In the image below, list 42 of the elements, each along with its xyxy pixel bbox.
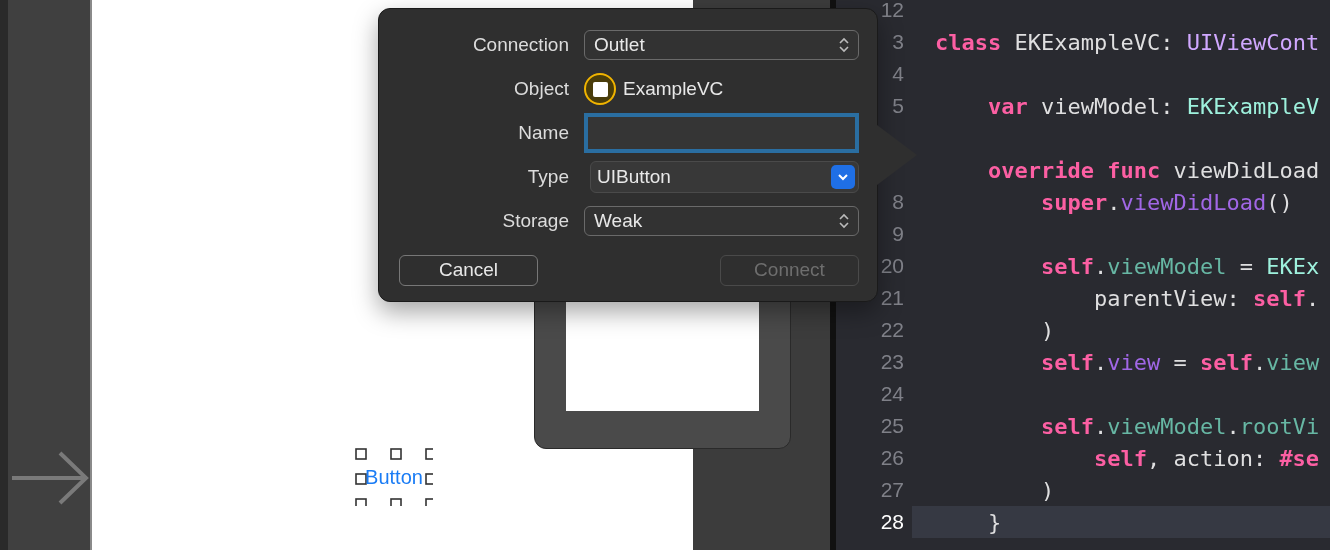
line-number: 3 bbox=[892, 29, 904, 56]
line-number: 23 bbox=[880, 349, 904, 376]
up-down-chevron-icon bbox=[839, 213, 849, 229]
line-number: 20 bbox=[880, 253, 904, 280]
line-number: 22 bbox=[880, 317, 904, 344]
line-number: 27 bbox=[880, 477, 904, 504]
field-label: Connection bbox=[471, 32, 569, 57]
line-number: 24 bbox=[880, 381, 904, 408]
name-field[interactable] bbox=[584, 113, 859, 153]
line-number: 8 bbox=[892, 189, 904, 216]
code-line: self, action: #se bbox=[1092, 445, 1320, 471]
line-number: 4 bbox=[892, 61, 904, 88]
up-down-chevron-icon bbox=[839, 37, 849, 53]
code-line: self.viewModel.rootVi bbox=[1039, 413, 1320, 439]
code-line: parentView: self. bbox=[1092, 285, 1320, 311]
line-number: 21 bbox=[880, 285, 904, 312]
code-line: } bbox=[986, 509, 1002, 535]
popup-button[interactable]: Outlet bbox=[584, 30, 859, 60]
code-line: self.view = self.view bbox=[1039, 349, 1320, 375]
combo-box[interactable]: UIButton bbox=[590, 161, 859, 193]
code-line: override func viewDidLoad bbox=[986, 157, 1320, 183]
code-line: super.viewDidLoad() bbox=[1039, 189, 1293, 215]
code-line: var viewModel: EKExampleV bbox=[986, 93, 1320, 119]
field-label: Storage bbox=[501, 208, 569, 233]
field-label: Type bbox=[526, 164, 569, 189]
object-name: ExampleVC bbox=[623, 76, 724, 101]
code-line: class EKExampleVC: UIViewCont bbox=[935, 29, 1320, 55]
view-controller-icon bbox=[584, 73, 616, 105]
line-number: 28 bbox=[880, 509, 904, 536]
cancel-button[interactable]: Cancel bbox=[399, 255, 538, 286]
field-label: Name bbox=[517, 120, 569, 145]
line-number: 25 bbox=[880, 413, 904, 440]
line-number: 12 bbox=[880, 0, 904, 24]
line-number: 9 bbox=[892, 221, 904, 248]
line-number: 26 bbox=[880, 445, 904, 472]
code-line: ) bbox=[1039, 477, 1055, 503]
popup-button[interactable]: Weak bbox=[584, 206, 859, 236]
dropdown-chevron-icon[interactable] bbox=[831, 165, 855, 189]
code-line: ) bbox=[1039, 317, 1055, 343]
line-number: 5 bbox=[892, 93, 904, 120]
field-label: Object bbox=[513, 76, 569, 101]
code-line: self.viewModel = EKEx bbox=[1039, 253, 1320, 279]
